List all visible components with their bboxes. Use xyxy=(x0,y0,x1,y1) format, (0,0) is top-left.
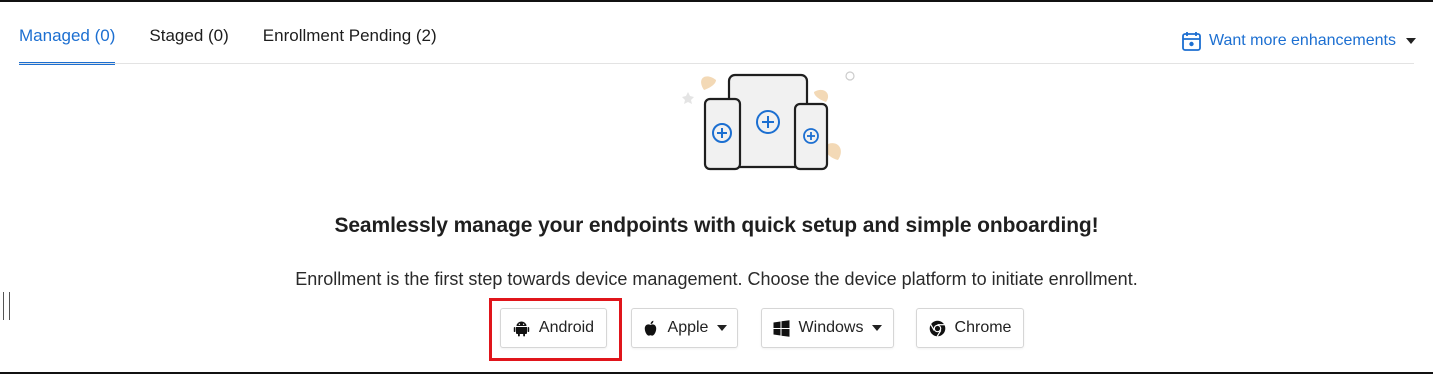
apple-button[interactable]: Apple xyxy=(631,308,738,348)
page-description: Enrollment is the first step towards dev… xyxy=(295,269,1138,289)
chrome-label: Chrome xyxy=(954,319,1012,336)
windows-icon xyxy=(773,319,790,337)
android-label: Android xyxy=(538,319,595,336)
devices-illustration xyxy=(682,71,855,171)
chrome-button[interactable]: Chrome xyxy=(916,308,1024,348)
tab-bar: Managed (0) Staged (0) Enrollment Pendin… xyxy=(19,14,471,65)
apple-icon xyxy=(644,320,656,336)
tab-staged[interactable]: Staged (0) xyxy=(149,14,228,62)
resize-handle[interactable] xyxy=(3,292,10,320)
chrome-icon xyxy=(929,320,945,337)
tab-managed[interactable]: Managed (0) xyxy=(19,14,116,65)
android-icon xyxy=(513,321,530,336)
tab-enrollment-pending[interactable]: Enrollment Pending (2) xyxy=(263,14,437,62)
tab-divider xyxy=(19,63,1414,64)
windows-label: Windows xyxy=(798,319,864,336)
chevron-down-icon xyxy=(1406,38,1416,44)
windows-button[interactable]: Windows xyxy=(761,308,894,348)
chevron-down-icon xyxy=(872,325,883,331)
enhancements-link[interactable]: Want more enhancements xyxy=(1182,31,1416,51)
calendar-icon xyxy=(1182,32,1201,51)
enhancements-label: Want more enhancements xyxy=(1208,32,1396,49)
apple-label: Apple xyxy=(667,319,709,336)
page-title: Seamlessly manage your endpoints with qu… xyxy=(334,214,1099,237)
chevron-down-icon xyxy=(717,325,728,331)
android-button[interactable]: Android xyxy=(500,308,607,348)
